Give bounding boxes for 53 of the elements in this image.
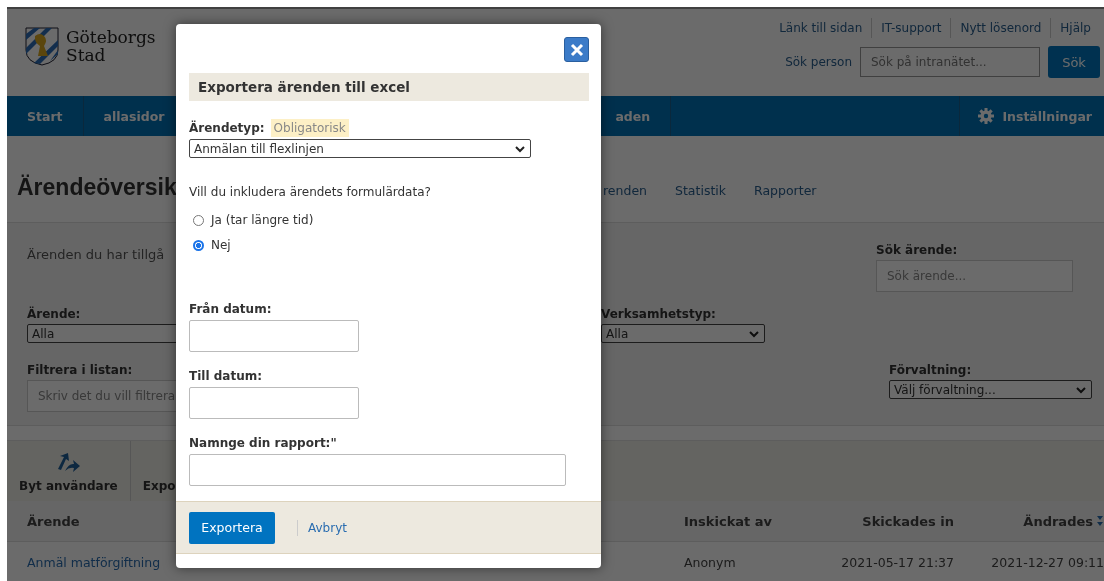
header-link[interactable]: Länk till sidan <box>770 18 872 38</box>
search-button[interactable]: Sök <box>1048 46 1100 78</box>
logo-text: Stad <box>66 46 106 64</box>
settings-icon <box>978 108 995 124</box>
tab[interactable]: Statistik <box>675 182 727 198</box>
field-label: Verksamhetstyp: <box>601 307 716 321</box>
settings-link[interactable]: Inställningar <box>959 96 1104 136</box>
chevron-down-icon <box>514 143 526 154</box>
dropdown[interactable]: Alla <box>601 324 765 343</box>
close-button[interactable] <box>564 37 589 62</box>
radio-option[interactable]: Nej <box>189 238 601 252</box>
dropdown[interactable]: Anmälan till flexlinjen <box>189 139 531 158</box>
text-field[interactable] <box>189 454 566 486</box>
radio-button[interactable] <box>193 239 204 251</box>
question-text: Vill du inkludera ärendets formulärdata? <box>189 185 432 199</box>
chevron-down-icon <box>748 328 760 339</box>
field-label: Från datum: <box>189 302 272 316</box>
cancel-link[interactable]: Avbryt <box>308 520 347 535</box>
table-cell-text: 2021-12-27 09:11 <box>990 554 1104 570</box>
close-icon <box>569 42 584 57</box>
tab[interactable]: renden <box>603 182 648 198</box>
dropdown[interactable]: Välj förvaltning... <box>889 380 1092 399</box>
export-button[interactable]: Exportera <box>189 511 275 544</box>
table-cell-text: Anonym <box>684 554 737 570</box>
chevron-down-icon <box>1075 384 1087 395</box>
field-label: Namnge din rapport:" <box>189 436 337 450</box>
date-field[interactable] <box>189 320 359 352</box>
required-badge: Obligatorisk <box>270 119 349 137</box>
nav-item[interactable]: Start <box>7 96 84 136</box>
radio-option[interactable]: Ja (tar längre tid) <box>189 213 601 227</box>
tab[interactable]: Rapporter <box>754 182 817 198</box>
shield-logo <box>24 26 60 66</box>
header-link[interactable]: IT-support <box>871 18 951 38</box>
logo-text: Göteborgs <box>66 28 156 46</box>
dialog-title: Exportera ärenden till excel <box>189 73 589 101</box>
arrows-icon <box>55 453 82 475</box>
field-label: Förvaltning: <box>889 363 972 377</box>
radio-button[interactable] <box>193 214 204 226</box>
search-field[interactable]: Sök på intranätet... <box>860 47 1040 77</box>
field-label: Till datum: <box>189 369 262 383</box>
column-header[interactable]: Inskickat av <box>684 513 834 529</box>
page-title: Ärendeöversik <box>17 172 177 201</box>
intro-text: Ärenden du har tillgå <box>27 246 165 262</box>
field-label: Sök ärende: <box>876 243 958 257</box>
column-header[interactable]: Skickades in <box>834 513 954 529</box>
search-label: Sök person <box>785 55 852 69</box>
field-label: Filtrera i listan: <box>27 363 133 377</box>
table-cell-text: 2021-05-17 21:37 <box>840 554 954 570</box>
date-field[interactable] <box>189 387 359 419</box>
field-label: Ärende: <box>27 307 81 321</box>
header-link[interactable]: Nytt lösenord <box>950 18 1051 38</box>
field-label: Ärendetyp: <box>189 121 265 135</box>
header-link[interactable]: Hjälp <box>1050 18 1100 38</box>
